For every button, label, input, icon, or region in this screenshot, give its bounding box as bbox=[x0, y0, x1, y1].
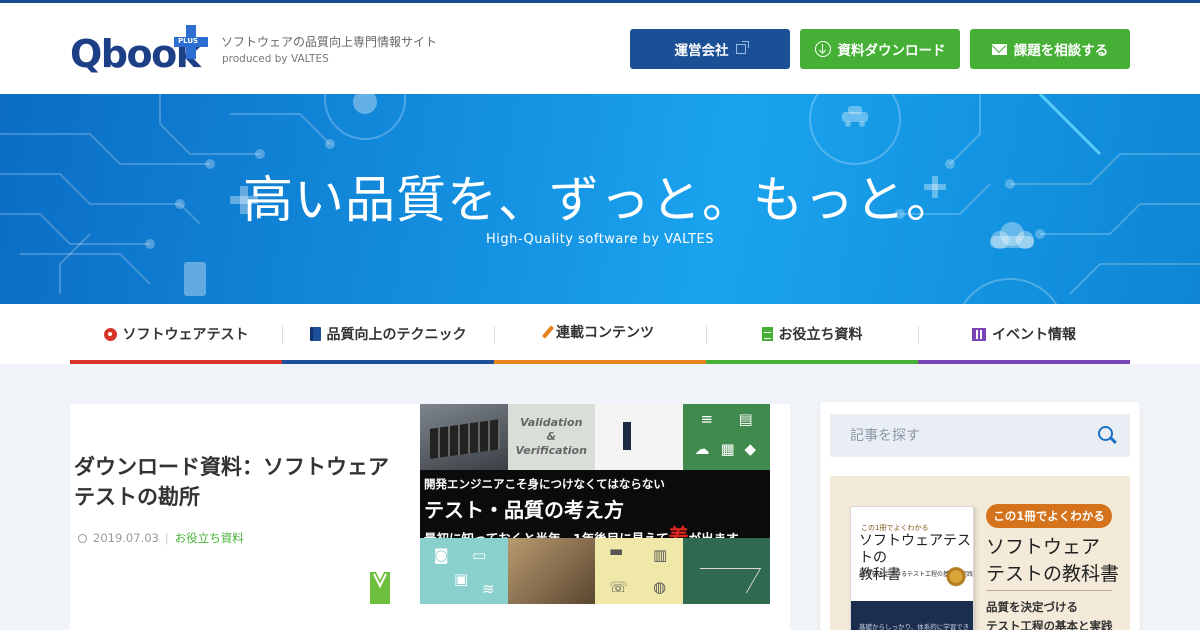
monitor-icon: ▣ bbox=[454, 570, 469, 588]
banner-sub-1: 品質を決定づける bbox=[986, 600, 1078, 614]
mail-icon bbox=[991, 43, 1007, 55]
database-icon: ≡ bbox=[700, 410, 714, 428]
search-icon[interactable] bbox=[1098, 426, 1116, 444]
router-icon: ▬ bbox=[609, 542, 624, 560]
pen-icon bbox=[541, 325, 555, 339]
banner-title-2: テストの教科書 bbox=[986, 563, 1120, 585]
nav-label: イベント情報 bbox=[992, 327, 1076, 343]
article-title[interactable]: ダウンロード資料：ソフトウェアテストの勘所 bbox=[74, 452, 394, 512]
server-icon: ▤ bbox=[738, 410, 753, 428]
download-button[interactable]: 資料ダウンロード bbox=[800, 29, 960, 69]
thumb-line-2: テスト・品質の考え方 bbox=[424, 498, 624, 522]
nav-underline bbox=[70, 360, 282, 364]
server-icons-tile: ≡ ▤ ☁ ▦ ◆ bbox=[682, 404, 770, 470]
document-icon bbox=[761, 327, 773, 341]
book-cover-band-text: 基礎からしっかり、体系的に学習できる bbox=[859, 623, 970, 630]
nav-item-series[interactable]: 連載コンテンツ bbox=[494, 302, 706, 364]
thumbnail-headline: 開発エンジニアこそ身につけなくてはならない テスト・品質の考え方 最初に知ってお… bbox=[420, 470, 770, 548]
cloud-icon: ☁ bbox=[694, 440, 710, 458]
tv-icon: ▭ bbox=[472, 546, 487, 564]
printer-icon: ▥ bbox=[653, 546, 668, 564]
download-button-label: 資料ダウンロード bbox=[837, 43, 946, 59]
download-icon bbox=[814, 41, 831, 57]
nav-underline bbox=[706, 360, 918, 364]
article-date: 2019.07.03 bbox=[93, 531, 159, 545]
meeting-photo bbox=[507, 538, 595, 604]
book-cover-top: この1冊でよくわかる bbox=[861, 524, 929, 532]
banner-title-1: ソフトウェア bbox=[986, 536, 1101, 558]
consult-button-label: 課題を相談する bbox=[1013, 43, 1109, 59]
logo-badge: PLUS bbox=[178, 37, 199, 45]
gear-icon bbox=[103, 327, 117, 341]
nav-label: ソフトウェアテスト bbox=[122, 327, 249, 343]
banner-title: ソフトウェア テストの教科書 bbox=[986, 534, 1119, 588]
banner-divider bbox=[986, 590, 1112, 591]
thumb-line-1: 開発エンジニアこそ身につけなくてはならない bbox=[424, 477, 665, 491]
company-button-label: 運営会社 bbox=[674, 43, 729, 59]
camera-icon: ◙ bbox=[434, 546, 449, 564]
chalkboard-photo bbox=[682, 538, 770, 604]
vv-line-1: Validation bbox=[520, 416, 583, 429]
keyboard-photo bbox=[420, 404, 508, 470]
nav-underline bbox=[918, 360, 1130, 364]
clock-icon bbox=[78, 533, 87, 543]
vv-line-2: & bbox=[546, 430, 557, 443]
office-icons-tile: ▬ ▥ ☏ ◍ bbox=[595, 538, 683, 604]
category-badge-icon bbox=[370, 572, 390, 604]
nav-underline bbox=[494, 360, 706, 364]
nav-item-events[interactable]: イベント情報 bbox=[918, 304, 1130, 364]
produced-by: produced by VALTES bbox=[222, 53, 329, 65]
nav-label: お役立ち資料 bbox=[778, 327, 863, 343]
banner-sub-2: テスト工程の基本と実践 bbox=[986, 619, 1113, 630]
hero-title: 高い品質を、ずっと。もっと。 bbox=[243, 171, 957, 229]
book-cover: この1冊でよくわかる ソフトウェアテストの 教科書 品質を決定づけるテスト工程の基… bbox=[850, 506, 974, 630]
validation-tile: Validation & Verification bbox=[507, 404, 595, 470]
hero-subtitle: High-Quality software by VALTES bbox=[486, 232, 714, 247]
nav-item-quality-technique[interactable]: 品質向上のテクニック bbox=[282, 304, 494, 364]
hero-banner: 高い品質を、ずっと。もっと。 High-Quality software by … bbox=[0, 94, 1200, 304]
nav-item-software-test[interactable]: ソフトウェアテスト bbox=[70, 304, 282, 364]
book-icon bbox=[309, 327, 321, 341]
sidebar: この1冊でよくわかる ソフトウェアテストの教科書 品質を決定づけるテスト工程の基… bbox=[820, 402, 1140, 630]
book-ornament bbox=[943, 563, 969, 597]
article-thumbnail[interactable]: Validation & Verification ≡ ▤ ☁ ▦ ◆ 開発エン… bbox=[420, 404, 770, 604]
calendar-icon bbox=[972, 327, 986, 341]
consult-button[interactable]: 課題を相談する bbox=[970, 29, 1130, 69]
article-category[interactable]: お役立ち資料 bbox=[175, 530, 244, 546]
site-tagline: ソフトウェアの品質向上専門情報サイト bbox=[221, 35, 438, 49]
nav-underline bbox=[282, 360, 494, 364]
article-meta: 2019.07.03 | お役立ち資料 bbox=[78, 530, 244, 546]
meter-icon: ◍ bbox=[653, 578, 667, 596]
book-cover-band: 基礎からしっかり、体系的に学習できる bbox=[851, 601, 973, 630]
nav-label: 品質向上のテクニック bbox=[326, 327, 467, 343]
external-link-icon bbox=[735, 41, 749, 54]
company-button[interactable]: 運営会社 bbox=[630, 29, 790, 69]
book-banner[interactable]: この1冊でよくわかる ソフトウェアテストの 教科書 品質を決定づけるテスト工程の基… bbox=[830, 476, 1130, 630]
site-header: Qbook PLUS ソフトウェアの品質向上専門情報サイト produced b… bbox=[0, 3, 1200, 94]
document-photo bbox=[595, 404, 683, 470]
meta-divider: | bbox=[164, 531, 169, 545]
network-icon: ▦ bbox=[720, 440, 735, 458]
category-nav: ソフトウェアテスト 品質向上のテクニック 連載コンテンツ お役立ち資料 イベント… bbox=[0, 304, 1200, 364]
phone-icon: ☏ bbox=[609, 578, 628, 596]
article-card[interactable]: ダウンロード資料：ソフトウェアテストの勘所 2019.07.03 | お役立ち資… bbox=[70, 404, 790, 630]
vv-line-3: Verification bbox=[515, 444, 587, 457]
nav-label: 連載コンテンツ bbox=[556, 325, 654, 341]
nav-item-resources[interactable]: お役立ち資料 bbox=[706, 304, 918, 364]
search-input[interactable] bbox=[830, 414, 1090, 457]
device-icons-tile: ◙ ▭ ▣ ≋ bbox=[420, 538, 508, 604]
wifi-icon: ≋ bbox=[482, 580, 495, 598]
book-title-1: ソフトウェアテストの bbox=[859, 533, 971, 566]
qbook-logo[interactable]: Qbook PLUS bbox=[70, 25, 210, 77]
shield-icon: ◆ bbox=[744, 440, 757, 458]
search-box bbox=[830, 414, 1130, 457]
banner-pill: この1冊でよくわかる bbox=[986, 504, 1112, 528]
banner-subtitle: 品質を決定づけるテスト工程の基本と実践 bbox=[986, 598, 1113, 630]
